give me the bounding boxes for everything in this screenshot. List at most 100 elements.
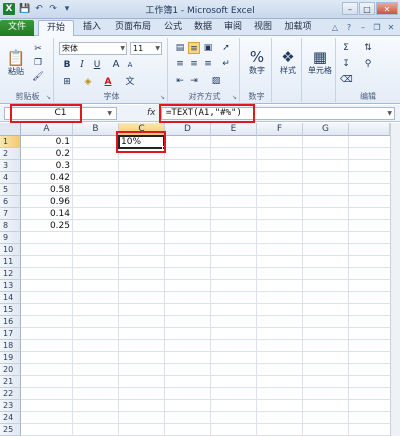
workbook-minimize-icon[interactable]: – [357, 22, 369, 33]
row-header-1[interactable]: 1 [0, 136, 21, 148]
worksheet-grid[interactable]: ABCDEFG 1 2 3 4 5 6 7 8 9 10 11 12 13 14 15 16 17 18 19 20 2… [0, 123, 400, 436]
row-header-6[interactable]: 6 [0, 196, 21, 208]
column-header-f[interactable]: F [257, 123, 303, 136]
cells-button[interactable]: ▦ 单元格 [306, 42, 334, 82]
styles-button[interactable]: ❖ 样式 [276, 42, 300, 82]
cell-a2[interactable]: 0.2 [21, 148, 73, 160]
alignment-launcher-icon[interactable]: ↘ [231, 94, 238, 101]
cell-a7[interactable]: 0.14 [21, 208, 73, 220]
row-gridline [21, 219, 390, 220]
align-middle-icon[interactable]: ≡ [188, 42, 200, 54]
row-header-15[interactable]: 15 [0, 304, 21, 316]
row-header-5[interactable]: 5 [0, 184, 21, 196]
align-top-icon[interactable]: ▤ [174, 42, 186, 54]
tab-formulas[interactable]: 公式 [160, 20, 186, 36]
align-right-icon[interactable]: ≡ [202, 58, 214, 70]
row-header-11[interactable]: 11 [0, 256, 21, 268]
sort-filter-icon[interactable]: ⇅ [362, 42, 374, 54]
row-header-21[interactable]: 21 [0, 376, 21, 388]
cell-a1[interactable]: 0.1 [21, 136, 73, 148]
row-header-7[interactable]: 7 [0, 208, 21, 220]
row-header-16[interactable]: 16 [0, 316, 21, 328]
close-icon[interactable]: ✕ [376, 2, 398, 15]
insert-function-button[interactable]: fx [147, 108, 156, 118]
row-header-22[interactable]: 22 [0, 388, 21, 400]
minimize-icon[interactable]: – [342, 2, 358, 15]
row-header-2[interactable]: 2 [0, 148, 21, 160]
column-header-b[interactable]: B [73, 123, 119, 136]
bold-button[interactable]: B [61, 59, 73, 71]
align-left-icon[interactable]: ≡ [174, 58, 186, 70]
increase-indent-icon[interactable]: ⇥ [188, 75, 200, 87]
cell-a5[interactable]: 0.58 [21, 184, 73, 196]
clear-icon[interactable]: ⌫ [340, 74, 353, 86]
cut-icon[interactable]: ✂ [32, 43, 44, 55]
row-header-9[interactable]: 9 [0, 232, 21, 244]
tab-home[interactable]: 开始 [38, 20, 74, 36]
tab-data[interactable]: 数据 [190, 20, 216, 36]
decrease-indent-icon[interactable]: ⇤ [174, 75, 186, 87]
workbook-close-icon[interactable]: ✕ [385, 22, 397, 33]
wrap-text-icon[interactable]: ↵ [220, 58, 232, 70]
row-header-23[interactable]: 23 [0, 400, 21, 412]
cell-a4[interactable]: 0.42 [21, 172, 73, 184]
row-header-13[interactable]: 13 [0, 280, 21, 292]
help-icon[interactable]: ? [343, 22, 355, 33]
row-header-4[interactable]: 4 [0, 172, 21, 184]
cell-a3[interactable]: 0.3 [21, 160, 73, 172]
column-header-d[interactable]: D [165, 123, 211, 136]
italic-button[interactable]: I [76, 59, 88, 71]
font-launcher-icon[interactable]: ↘ [159, 94, 166, 101]
row-header-14[interactable]: 14 [0, 292, 21, 304]
copy-icon[interactable]: ❐ [32, 57, 44, 69]
font-size-select[interactable]: 11 ▼ [130, 42, 162, 55]
ribbon-minimize-icon[interactable]: △ [329, 22, 341, 33]
tab-page-layout[interactable]: 页面布局 [110, 20, 156, 36]
align-center-icon[interactable]: ≡ [188, 58, 200, 70]
align-bottom-icon[interactable]: ▣ [202, 42, 214, 54]
underline-button[interactable]: U [91, 59, 103, 71]
merge-center-icon[interactable]: ▨ [210, 75, 222, 87]
row-header-3[interactable]: 3 [0, 160, 21, 172]
vertical-scrollbar[interactable] [390, 123, 400, 436]
row-header-17[interactable]: 17 [0, 328, 21, 340]
row-header-20[interactable]: 20 [0, 364, 21, 376]
cell-a6[interactable]: 0.96 [21, 196, 73, 208]
tab-review[interactable]: 审阅 [220, 20, 246, 36]
row-header-10[interactable]: 10 [0, 244, 21, 256]
autosum-button[interactable]: Σ [340, 42, 352, 54]
tab-insert[interactable]: 插入 [78, 20, 106, 36]
shrink-font-button[interactable]: A [124, 59, 136, 71]
number-format-button[interactable]: % 数字 [244, 42, 270, 82]
column-header-e[interactable]: E [211, 123, 257, 136]
row-header-19[interactable]: 19 [0, 352, 21, 364]
column-header-g[interactable]: G [303, 123, 349, 136]
tab-view[interactable]: 视图 [250, 20, 276, 36]
borders-icon[interactable]: ⊞ [61, 76, 73, 88]
font-color-button[interactable]: A [102, 76, 114, 88]
find-select-icon[interactable]: ⚲ [362, 58, 374, 70]
select-all-button[interactable] [0, 123, 21, 136]
orientation-icon[interactable]: ➚ [220, 42, 232, 54]
row-header-25[interactable]: 25 [0, 424, 21, 436]
row-header-8[interactable]: 8 [0, 220, 21, 232]
row-header-18[interactable]: 18 [0, 340, 21, 352]
row-header-12[interactable]: 12 [0, 268, 21, 280]
expand-formula-icon[interactable]: ▼ [387, 108, 392, 119]
column-gridline [256, 136, 257, 436]
format-painter-icon[interactable]: 🖌 [32, 71, 44, 83]
fill-icon[interactable]: ↧ [340, 58, 352, 70]
grow-font-button[interactable]: A [110, 59, 122, 71]
paste-button[interactable]: 📋 粘贴 [4, 42, 28, 84]
column-header-a[interactable]: A [21, 123, 73, 136]
cell-a8[interactable]: 0.25 [21, 220, 73, 232]
workbook-restore-icon[interactable]: ❐ [371, 22, 383, 33]
clipboard-launcher-icon[interactable]: ↘ [45, 94, 52, 101]
font-family-select[interactable]: 宋体 ▼ [59, 42, 127, 55]
fill-color-icon[interactable]: ◈ [82, 76, 94, 88]
row-header-24[interactable]: 24 [0, 412, 21, 424]
phonetic-button[interactable]: 文 [124, 76, 136, 88]
tab-file[interactable]: 文件 [0, 20, 34, 36]
maximize-icon[interactable]: □ [359, 2, 375, 15]
tab-addins[interactable]: 加载项 [280, 20, 316, 36]
